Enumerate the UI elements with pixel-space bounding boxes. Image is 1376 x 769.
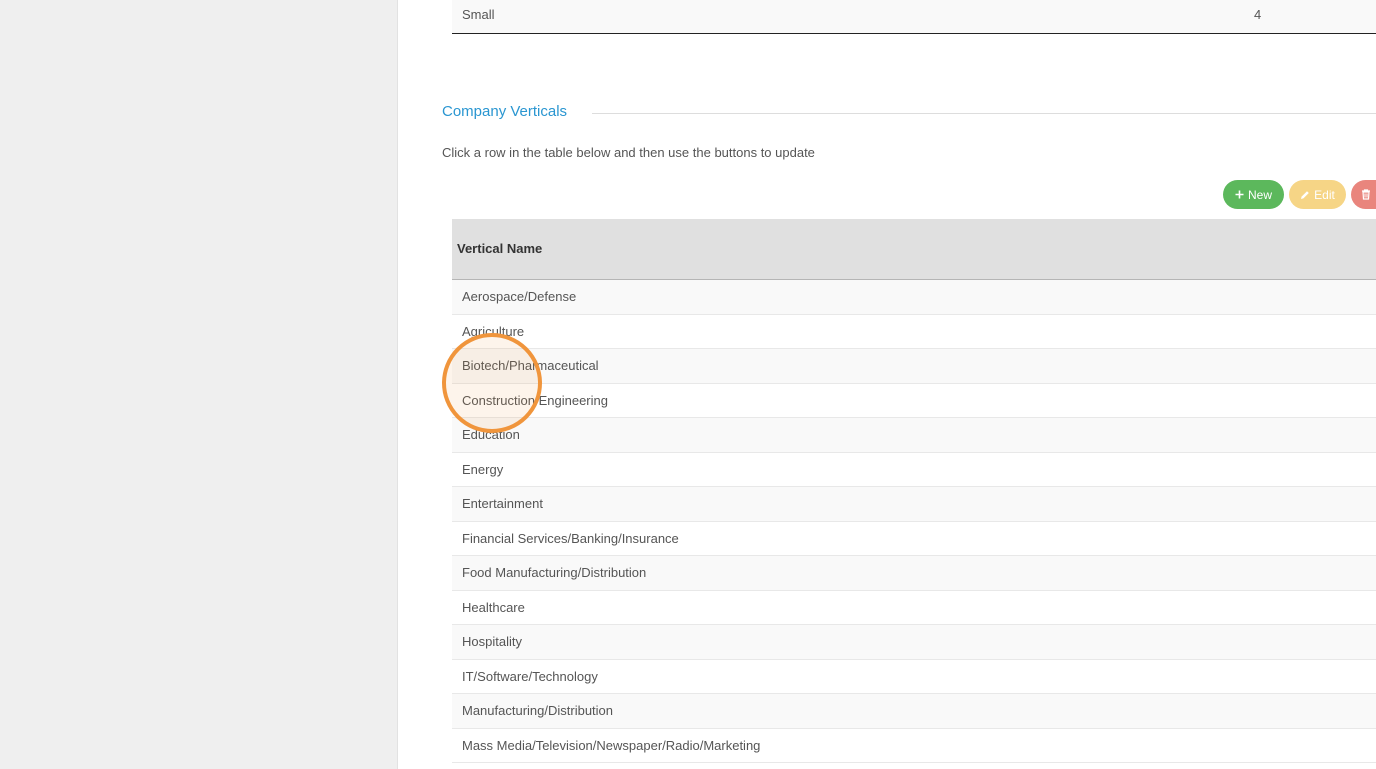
plus-icon — [1235, 190, 1244, 199]
section-help-text: Click a row in the table below and then … — [442, 145, 815, 160]
table-row[interactable]: IT/Software/Technology — [452, 659, 1376, 694]
table-row[interactable]: Mass Media/Television/Newspaper/Radio/Ma… — [452, 728, 1376, 763]
vertical-name-cell: IT/Software/Technology — [462, 668, 598, 684]
trash-icon — [1361, 189, 1371, 200]
table-row[interactable]: Entertainment — [452, 487, 1376, 522]
vertical-name-cell: Hospitality — [462, 634, 522, 649]
vertical-name-cell: Mass Media/Television/Newspaper/Radio/Ma… — [462, 737, 761, 753]
table-row[interactable]: Manufacturing/Distribution — [452, 694, 1376, 729]
vertical-name-cell: Financial Services/Banking/Insurance — [462, 530, 679, 546]
vertical-name-cell: Biotech/Pharmaceutical — [462, 358, 599, 373]
vertical-name-cell: Construction/Engineering — [462, 392, 608, 408]
vertical-name-cell: Food Manufacturing/Distribution — [462, 565, 647, 580]
main-content: Small 4 Company Verticals Click a row in… — [398, 0, 1376, 769]
row-name: Small — [462, 7, 495, 22]
table-row[interactable]: Education — [452, 418, 1376, 453]
table-row[interactable]: Financial Services/Banking/Insurance — [452, 521, 1376, 556]
column-header-vertical-name[interactable]: Vertical Name — [457, 241, 542, 256]
pencil-icon — [1300, 190, 1310, 200]
vertical-name-cell: Manufacturing/Distribution — [462, 703, 614, 718]
vertical-name-cell: Education — [462, 427, 520, 442]
edit-button[interactable]: Edit — [1289, 180, 1346, 209]
left-sidebar-gutter — [0, 0, 398, 769]
edit-button-label: Edit — [1314, 187, 1335, 202]
new-button-label: New — [1247, 187, 1272, 202]
vertical-name-cell: Aerospace/Defense — [462, 289, 577, 304]
table-row[interactable]: Aerospace/Defense — [452, 280, 1376, 315]
table-body: Aerospace/Defense Agriculture Biotech/Phar… — [452, 280, 1376, 763]
table-row[interactable]: Agriculture — [452, 314, 1376, 349]
row-value: 4 — [1254, 7, 1262, 22]
table-row[interactable]: Biotech/Pharmaceutical — [452, 349, 1376, 384]
company-verticals-table: Vertical Name Aerospace/Defense Agricultu… — [452, 219, 1376, 763]
table-row[interactable]: Energy — [452, 452, 1376, 487]
vertical-name-cell: Energy — [462, 461, 504, 477]
table-row[interactable]: Food Manufacturing/Distribution — [452, 556, 1376, 591]
vertical-name-cell: Entertainment — [462, 496, 543, 511]
vertical-name-cell: Healthcare — [462, 599, 525, 615]
company-size-table-row[interactable]: Small 4 — [452, 0, 1376, 34]
delete-button[interactable] — [1351, 180, 1376, 209]
section-title: Company Verticals — [442, 103, 568, 120]
section-divider — [592, 113, 1376, 114]
table-row[interactable]: Healthcare — [452, 590, 1376, 625]
new-button[interactable]: New — [1223, 180, 1284, 209]
table-row[interactable]: Hospitality — [452, 625, 1376, 660]
vertical-name-cell: Agriculture — [462, 323, 525, 339]
table-row[interactable]: Construction/Engineering — [452, 383, 1376, 418]
table-header[interactable]: Vertical Name — [452, 219, 1376, 280]
